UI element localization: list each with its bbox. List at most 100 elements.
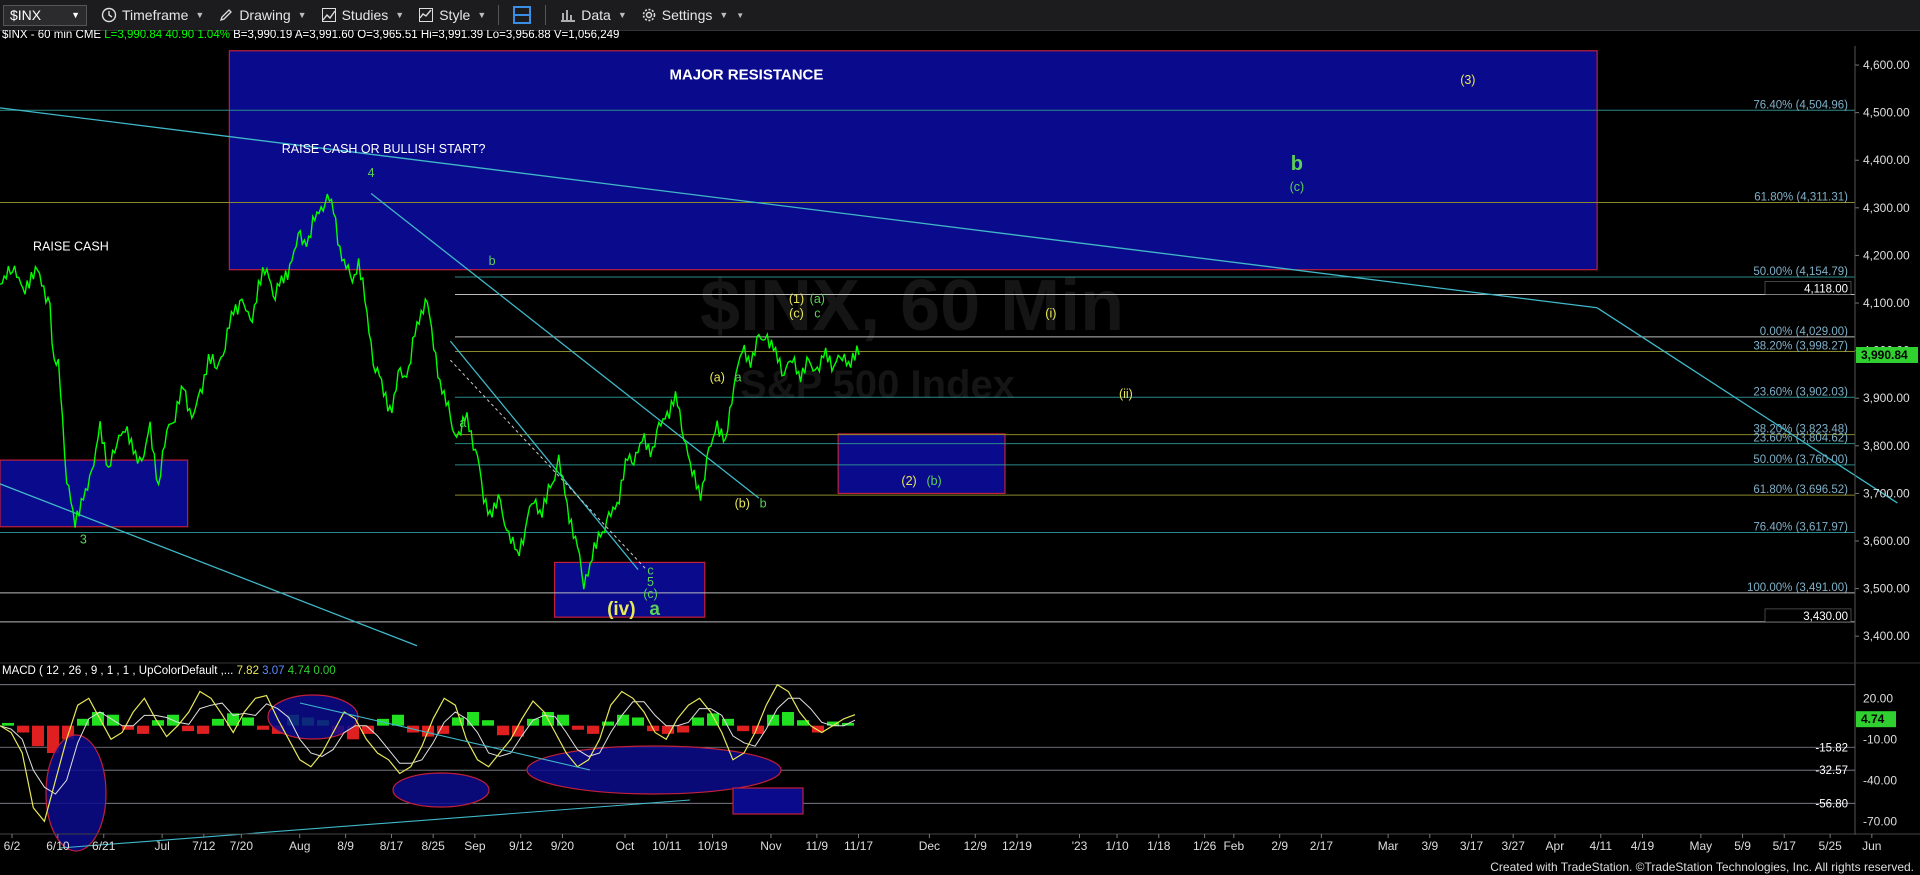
- fib-label-9: 50.00% (3,760.00): [1753, 454, 1848, 466]
- macd-tick-label-1: -10.00: [1863, 732, 1897, 746]
- annotation-16: (ii): [1119, 387, 1133, 401]
- price-tick-label-4: 4,200.00: [1863, 248, 1910, 262]
- macd-hist-bar-0: [2, 722, 14, 726]
- macd-hist-bar-16: [242, 717, 254, 726]
- x-tick-label-36: May: [1690, 839, 1713, 853]
- annotation-5: b: [489, 254, 496, 268]
- annotation-17: (2): [901, 474, 916, 488]
- x-tick-label-4: 7/12: [192, 839, 216, 853]
- macd-hist-bar-33: [497, 725, 509, 736]
- toolbar-divider: [498, 5, 500, 25]
- macd-field-1: 7.82: [237, 665, 263, 677]
- x-tick-label-28: 2/17: [1310, 839, 1334, 853]
- macd-hist-bar-42: [632, 717, 644, 726]
- drawing-label: Drawing: [239, 7, 291, 23]
- macd-hist-bar-17: [257, 725, 269, 730]
- x-tick-label-16: Nov: [760, 839, 781, 853]
- annotation-3: 4: [368, 166, 375, 180]
- macd-hist-bar-14: [212, 718, 224, 726]
- settings-label: Settings: [661, 7, 713, 23]
- macd-ellipse-2: [392, 772, 490, 808]
- x-tick-label-18: 11/17: [844, 839, 873, 853]
- macd-hist-bar-45: [677, 725, 689, 733]
- macd-hist-bar-31: [467, 712, 479, 726]
- studies-label: Studies: [341, 7, 389, 23]
- fib-label-6: 23.60% (3,902.03): [1753, 386, 1848, 398]
- annotation-20: b: [1291, 153, 1303, 175]
- header-field-0: $INX - 60 min: [2, 30, 72, 41]
- style-icon: [419, 8, 434, 22]
- studies-button[interactable]: Studies ▼: [321, 7, 405, 23]
- macd-current-label: 4.74: [1861, 712, 1885, 726]
- x-tick-label-35: 4/19: [1631, 839, 1655, 853]
- macd-hist-bar-30: [452, 717, 464, 726]
- macd-ref-label-1: -32.57: [1815, 765, 1848, 777]
- x-tick-label-32: 3/27: [1502, 839, 1526, 853]
- symbol-selector[interactable]: $INX ▼: [3, 4, 87, 26]
- watermark-title: $INX, 60 Min: [700, 266, 1124, 346]
- macd-hist-bar-12: [182, 725, 194, 732]
- data-button[interactable]: Data ▼: [560, 7, 627, 23]
- caret-down-icon: ▼: [395, 10, 405, 20]
- x-tick-label-33: Apr: [1546, 839, 1565, 853]
- macd-ref-label-0: -15.82: [1815, 742, 1848, 754]
- x-tick-label-13: Oct: [616, 839, 635, 853]
- price-tick-label-7: 3,900.00: [1863, 391, 1910, 405]
- annotation-12: (a): [810, 292, 825, 306]
- fib-label-1: 61.80% (4,311.31): [1754, 191, 1848, 203]
- header-field-7: O=3,965.51: [357, 30, 421, 41]
- toolbar: $INX ▼ Timeframe ▼ Drawing ▼ Studies ▼ S…: [0, 0, 1920, 31]
- macd-zone-box: [732, 787, 804, 815]
- annotation-4: 3: [80, 532, 87, 546]
- macd-tick-label-3: -70.00: [1863, 814, 1897, 828]
- macd-hist-bar-46: [692, 717, 704, 726]
- annotation-9: (b): [735, 497, 750, 511]
- x-tick-label-39: 5/25: [1818, 839, 1842, 853]
- fib-label-4: 0.00% (4,029.00): [1760, 326, 1848, 338]
- x-tick-label-27: 2/9: [1271, 839, 1288, 853]
- chart-header: $INX - 60 min CME L=3,990.84 40.90 1.04%…: [2, 30, 619, 41]
- timeframe-button[interactable]: Timeframe ▼: [101, 7, 204, 23]
- x-tick-label-0: 6/2: [4, 839, 21, 853]
- header-field-3: 40.90: [165, 30, 197, 41]
- header-field-10: V=1,056,249: [554, 30, 620, 41]
- fib-label-13: 3,430.00: [1803, 611, 1848, 623]
- macd-tick-label-0: 20.00: [1863, 691, 1893, 705]
- macd-hist-bar-49: [737, 725, 749, 732]
- chart-area[interactable]: $INX, 60 MinS&P 500 Index$INX - 60 min C…: [0, 30, 1920, 875]
- x-tick-label-26: Feb: [1223, 839, 1244, 853]
- fib-label-2: 50.00% (4,154.79): [1753, 266, 1848, 278]
- pencil-icon: [220, 9, 233, 22]
- style-button[interactable]: Style ▼: [418, 7, 486, 23]
- macd-field-3: 4.74: [288, 665, 314, 677]
- caret-down-icon: ▼: [195, 10, 205, 20]
- data-label: Data: [581, 7, 611, 23]
- macd-hist-bar-38: [572, 725, 584, 730]
- toolbar-overflow-icon[interactable]: ▼: [736, 11, 744, 20]
- x-tick-label-25: 1/26: [1193, 839, 1217, 853]
- annotation-0: MAJOR RESISTANCE: [669, 66, 823, 83]
- toolbar-divider: [545, 5, 547, 25]
- x-tick-label-6: Aug: [289, 839, 310, 853]
- macd-hist-bar-1: [17, 725, 29, 733]
- header-field-8: Hi=3,991.39: [421, 30, 487, 41]
- price-tick-label-9: 3,700.00: [1863, 486, 1910, 500]
- macd-hist-bar-44: [662, 725, 674, 734]
- settings-button[interactable]: Settings ▼: [641, 7, 728, 23]
- x-tick-label-40: Jun: [1862, 839, 1881, 853]
- zone-0: [228, 50, 1598, 271]
- price-tick-label-10: 3,600.00: [1863, 534, 1910, 548]
- x-tick-label-9: 8/25: [421, 839, 445, 853]
- drawing-button[interactable]: Drawing ▼: [218, 7, 307, 23]
- macd-hist-bar-9: [137, 725, 149, 734]
- zone-3: [837, 433, 1006, 495]
- header-field-6: A=3,991.60: [295, 30, 357, 41]
- x-tick-label-31: 3/17: [1460, 839, 1484, 853]
- layout-icon[interactable]: [511, 4, 533, 26]
- macd-hist-bar-52: [782, 712, 794, 726]
- price-tick-label-5: 4,100.00: [1863, 296, 1910, 310]
- x-tick-label-5: 7/20: [230, 839, 254, 853]
- footer-credit: Created with TradeStation. ©TradeStation…: [1490, 860, 1914, 874]
- annotation-11: (1): [789, 292, 804, 306]
- fib-label-12: 100.00% (3,491.00): [1747, 582, 1848, 594]
